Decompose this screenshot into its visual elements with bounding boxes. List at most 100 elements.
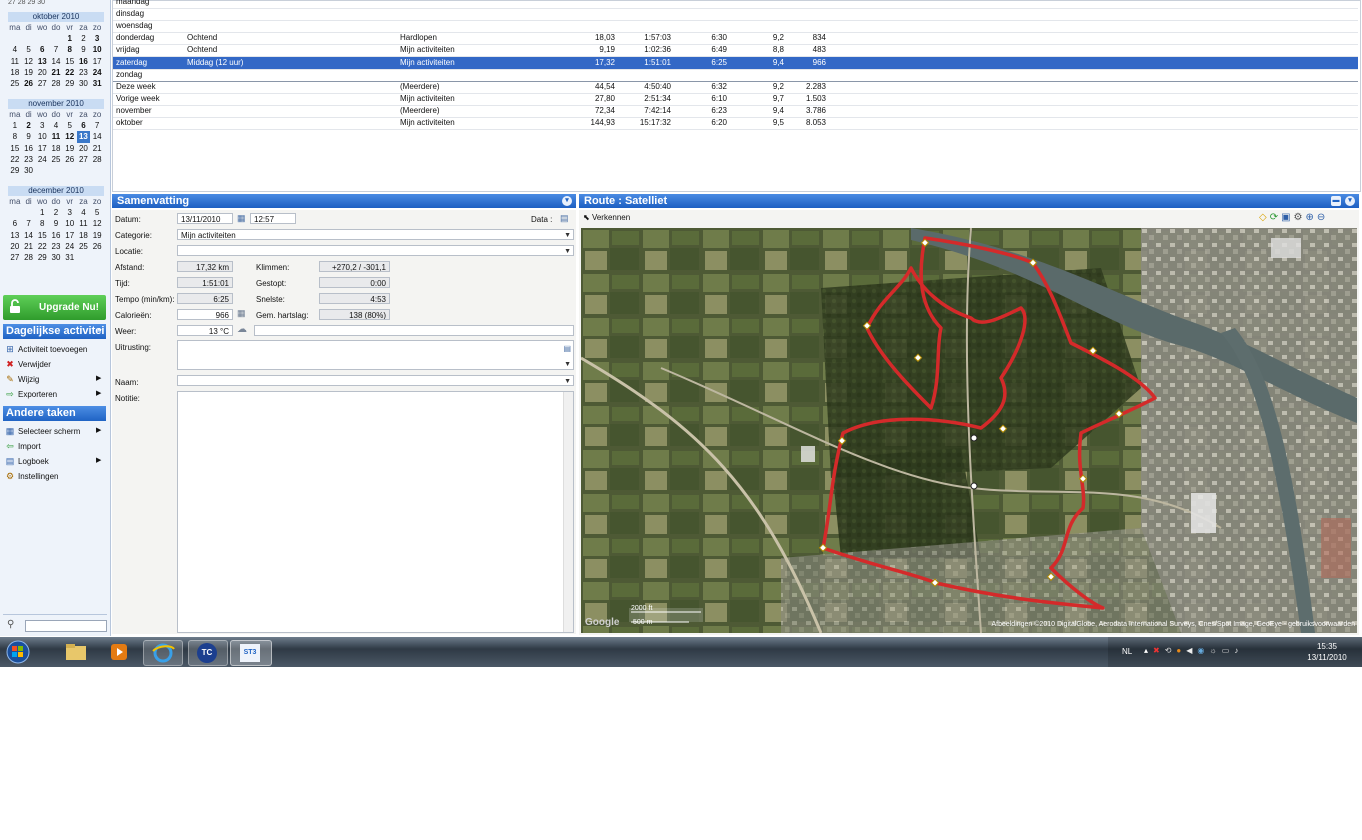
calendar-day[interactable]: 20 [77,143,91,154]
calendar-day[interactable]: 6 [77,120,91,131]
other-tasks-header[interactable]: Andere taken [3,406,106,421]
table-row[interactable]: oktober Mijn activiteiten 144,93 15:17:32 6:… [113,117,1358,130]
time-field[interactable]: 12:57 [250,213,296,224]
calendar-day[interactable]: 7 [22,218,36,229]
calendar-day[interactable]: 28 [49,78,63,89]
calendar-day[interactable]: 17 [35,143,49,154]
calendar-day[interactable]: 13 [35,56,49,67]
task-item[interactable]: ⊞ Activiteit toevoegen [5,342,87,356]
table-row[interactable]: dinsdag [113,8,1358,22]
calendar-day[interactable]: 24 [90,67,104,78]
calendar-day[interactable]: 25 [49,154,63,165]
calendar-day[interactable]: 19 [63,143,77,154]
calendar-day[interactable]: 26 [90,241,104,252]
calendar-day[interactable]: 21 [49,67,63,78]
calendar-day[interactable]: 12 [22,56,36,67]
explore-button[interactable]: ⬉ Verkennen [583,213,630,222]
calendar-day[interactable]: 29 [8,165,22,176]
calendar-day[interactable]: 5 [63,120,77,131]
calendar-day[interactable]: 30 [77,78,91,89]
zoom-out-icon[interactable]: ⊖ [1317,212,1328,223]
table-row[interactable]: zondag [113,69,1358,82]
calendar-day[interactable]: 5 [90,207,104,218]
calendar-day[interactable]: 8 [35,218,49,229]
location-select[interactable]: ▼ [177,245,574,256]
calendar-day[interactable]: 6 [35,44,49,55]
calendar-day[interactable]: 16 [22,143,36,154]
calendar-day[interactable]: 28 [90,154,104,165]
taskbar-app-tc[interactable]: TC [188,640,228,666]
calendar-day[interactable]: 26 [63,154,77,165]
calendar-day[interactable]: 21 [22,241,36,252]
calendar-day[interactable]: 19 [90,230,104,241]
save-icon[interactable]: ▣ [1281,212,1293,223]
table-row[interactable]: zaterdag Middag (12 uur) Mijn activiteiten… [113,56,1358,70]
table-row[interactable]: donderdag Ochtend Hardlopen 18,03 1:57:03 6:3… [113,32,1358,46]
calendar-day[interactable]: 30 [49,252,63,263]
calendar-icon[interactable]: ▦ [237,213,246,224]
calendar-day[interactable]: 22 [8,154,22,165]
calendar-day[interactable]: 3 [35,120,49,131]
calendar-day[interactable]: 16 [77,56,91,67]
calendar-day[interactable]: 11 [77,218,91,229]
name-select[interactable]: ▼ [177,375,574,386]
table-row[interactable]: Vorige week Mijn activiteiten 27,80 2:51:34… [113,93,1358,106]
calendar-day[interactable]: 20 [8,241,22,252]
calendar-day[interactable]: 7 [49,44,63,55]
calendar-day[interactable]: 6 [8,218,22,229]
folder-icon[interactable] [60,640,90,664]
calendar-day[interactable]: 8 [63,44,77,55]
data-icon[interactable]: ▤ [560,213,569,224]
calendar-day[interactable]: 18 [77,230,91,241]
calendar-day[interactable]: 4 [49,120,63,131]
calendar-day[interactable]: 2 [22,120,36,131]
calculator-icon[interactable]: ▦ [237,308,246,319]
calendar-day[interactable]: 30 [22,165,36,176]
calendar-day[interactable]: 10 [90,44,104,55]
calendar-day[interactable]: 2 [77,33,91,44]
calendar-day[interactable]: 14 [22,230,36,241]
diamond-icon[interactable]: ◇ [1259,212,1270,223]
upgrade-button[interactable]: Upgrade Nu! [3,295,106,320]
layout-icon[interactable]: ▬ [1331,196,1341,206]
calendar-day[interactable]: 7 [90,120,104,131]
clock-time[interactable]: 15:35 [1304,642,1350,651]
calendar-day[interactable]: 18 [49,143,63,154]
calendar-day[interactable]: 21 [90,143,104,154]
zoom-in-icon[interactable]: ⊕ [1306,212,1317,223]
calendar-day[interactable]: 27 [77,154,91,165]
calendar-day[interactable]: 14 [49,56,63,67]
search-input[interactable] [25,620,107,632]
task-item[interactable]: ⇦ Import [5,439,40,453]
calendar-day[interactable]: 27 [8,252,22,263]
calendar-day[interactable]: 18 [8,67,22,78]
taskbar-app-st3[interactable]: ST3 [230,640,272,666]
weather-field[interactable]: 13 °C [177,325,233,336]
chevron-up-icon[interactable]: ⌃ [96,324,103,339]
calendar-day[interactable]: 12 [63,131,77,142]
equipment-list-icon[interactable]: ▤ [563,343,571,354]
task-item[interactable]: ⚙ Instellingen [5,469,59,483]
weather-notes-field[interactable] [254,325,574,336]
date-field[interactable]: 13/11/2010 [177,213,233,224]
calendar-day[interactable]: 17 [63,230,77,241]
calendar-day[interactable]: 2 [49,207,63,218]
calendar-day[interactable]: 10 [35,131,49,142]
calendar-day[interactable]: 5 [22,44,36,55]
table-row[interactable]: november (Meerdere) 72,34 7:42:14 6:23 9,4 3.7… [113,105,1358,118]
calendar-day[interactable]: 9 [77,44,91,55]
collapse-icon[interactable]: ▾ [562,196,572,206]
calendar-day[interactable]: 11 [8,56,22,67]
calendar-day[interactable]: 19 [22,67,36,78]
internet-explorer-icon[interactable] [143,640,183,666]
weather-icon[interactable]: ☁ [237,324,247,335]
calendar-day[interactable]: 27 [35,78,49,89]
calendar-day[interactable]: 22 [63,67,77,78]
calendar-day[interactable]: 10 [63,218,77,229]
calendar-day[interactable]: 13 [76,131,91,143]
gear-icon[interactable]: ⚙ [1294,212,1306,223]
notes-scrollbar[interactable] [563,392,573,632]
calories-field[interactable]: 966 [177,309,233,320]
refresh-icon[interactable]: ⟳ [1270,212,1281,223]
task-item[interactable]: ✖ Verwijder [5,357,51,371]
